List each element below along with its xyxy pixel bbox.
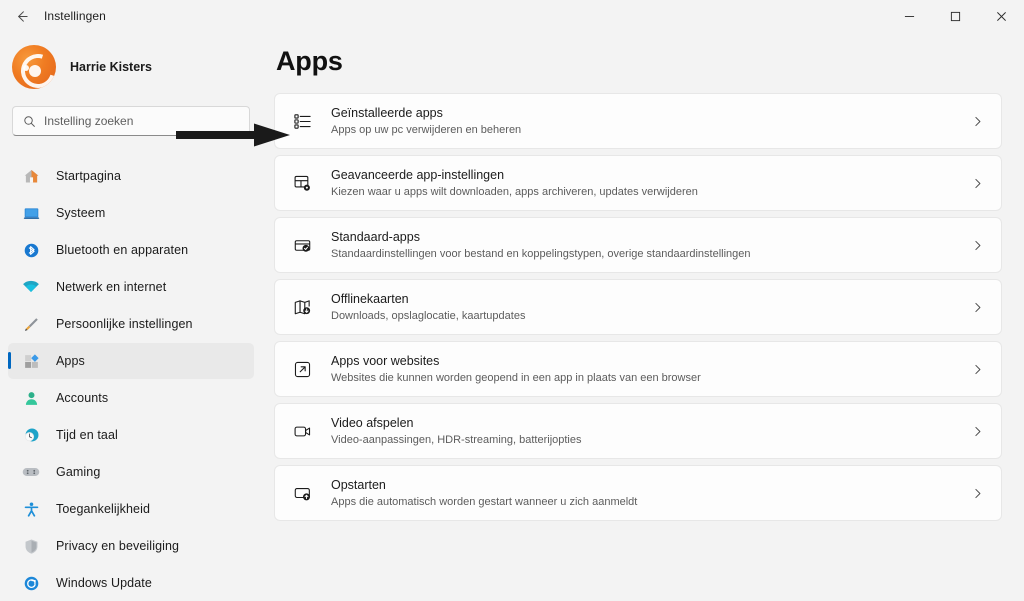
- sidebar-item-bluetooth[interactable]: Bluetooth en apparaten: [8, 232, 254, 268]
- card-title: Apps voor websites: [331, 354, 440, 368]
- accessibility-icon: [20, 498, 42, 520]
- search-placeholder: Instelling zoeken: [44, 114, 134, 128]
- user-avatar: [12, 45, 56, 89]
- sidebar-item-label: Bluetooth en apparaten: [56, 243, 189, 257]
- update-refresh-icon: [20, 572, 42, 594]
- sidebar-item-apps[interactable]: Apps: [8, 343, 254, 379]
- search-input[interactable]: Instelling zoeken: [12, 106, 250, 136]
- paintbrush-icon: [20, 313, 42, 335]
- card-subtitle: Apps op uw pc verwijderen en beheren: [331, 124, 522, 136]
- card-title: Video afspelen: [331, 416, 414, 430]
- settings-card-offline-maps[interactable]: Offlinekaarten Downloads, opslaglocatie,…: [274, 279, 1002, 335]
- chevron-right-icon: [971, 115, 987, 128]
- search-container: Instelling zoeken: [12, 106, 250, 136]
- card-text: Geavanceerde app-instellingen Kiezen waa…: [331, 167, 971, 199]
- startup-apps-icon: [287, 478, 317, 508]
- settings-card-apps-for-websites[interactable]: Apps voor websites Websites die kunnen w…: [274, 341, 1002, 397]
- card-subtitle: Video-aanpassingen, HDR-streaming, batte…: [331, 434, 582, 446]
- sidebar-item-label: Apps: [56, 354, 85, 368]
- chevron-right-icon: [971, 177, 987, 190]
- sidebar-item-toegankelijkheid[interactable]: Toegankelijkheid: [8, 491, 254, 527]
- sidebar-item-startpagina[interactable]: Startpagina: [8, 158, 254, 194]
- card-title: Opstarten: [331, 478, 386, 492]
- card-text: Video afspelen Video-aanpassingen, HDR-s…: [331, 415, 971, 447]
- chevron-right-icon: [971, 301, 987, 314]
- chevron-right-icon: [971, 487, 987, 500]
- offline-maps-icon: [287, 292, 317, 322]
- settings-card-installed-apps[interactable]: Geïnstalleerde apps Apps op uw pc verwij…: [274, 93, 1002, 149]
- home-icon: [20, 165, 42, 187]
- sidebar-item-label: Netwerk en internet: [56, 280, 167, 294]
- maximize-button[interactable]: [932, 0, 978, 32]
- sidebar-item-accounts[interactable]: Accounts: [8, 380, 254, 416]
- page-title: Apps: [276, 46, 343, 76]
- sidebar-item-tijd-en-taal[interactable]: Tijd en taal: [8, 417, 254, 453]
- card-title: Geavanceerde app-instellingen: [331, 168, 505, 182]
- sidebar-item-label: Systeem: [56, 206, 106, 220]
- chevron-right-icon: [971, 363, 987, 376]
- default-apps-check-icon: [287, 230, 317, 260]
- card-title: Standaard-apps: [331, 230, 420, 244]
- sidebar-item-privacy[interactable]: Privacy en beveiliging: [8, 528, 254, 564]
- sidebar-item-label: Accounts: [56, 391, 109, 405]
- settings-card-list: Geïnstalleerde apps Apps op uw pc verwij…: [274, 93, 1002, 521]
- settings-card-startup-apps[interactable]: Opstarten Apps die automatisch worden ge…: [274, 465, 1002, 521]
- sidebar-item-gaming[interactable]: Gaming: [8, 454, 254, 490]
- sidebar-item-label: Persoonlijke instellingen: [56, 317, 193, 331]
- card-text: Opstarten Apps die automatisch worden ge…: [331, 477, 971, 509]
- card-text: Apps voor websites Websites die kunnen w…: [331, 353, 971, 385]
- advanced-app-settings-icon: [287, 168, 317, 198]
- sidebar-item-netwerk[interactable]: Netwerk en internet: [8, 269, 254, 305]
- settings-card-advanced-app-settings[interactable]: Geavanceerde app-instellingen Kiezen waa…: [274, 155, 1002, 211]
- window-title: Instellingen: [44, 9, 106, 23]
- settings-card-default-apps[interactable]: Standaard-apps Standaardinstellingen voo…: [274, 217, 1002, 273]
- bluetooth-icon: [20, 239, 42, 261]
- settings-card-video-playback[interactable]: Video afspelen Video-aanpassingen, HDR-s…: [274, 403, 1002, 459]
- sidebar-nav: Startpagina Systeem Bluetooth en apparat…: [0, 158, 262, 601]
- gamepad-icon: [20, 461, 42, 483]
- card-text: Offlinekaarten Downloads, opslaglocatie,…: [331, 291, 971, 323]
- search-icon: [23, 115, 36, 128]
- wifi-icon: [20, 276, 42, 298]
- main-content: Apps Geïnstalleerde apps Apps op uw pc v…: [262, 32, 1024, 601]
- card-title: Offlinekaarten: [331, 292, 409, 306]
- apps-for-websites-icon: [287, 354, 317, 384]
- card-title: Geïnstalleerde apps: [331, 106, 443, 120]
- chevron-right-icon: [971, 239, 987, 252]
- card-subtitle: Websites die kunnen worden geopend in ee…: [331, 372, 701, 384]
- chevron-right-icon: [971, 425, 987, 438]
- person-icon: [20, 387, 42, 409]
- sidebar-item-windows-update[interactable]: Windows Update: [8, 565, 254, 601]
- sidebar-item-systeem[interactable]: Systeem: [8, 195, 254, 231]
- window-controls: [886, 0, 1024, 32]
- system-monitor-icon: [20, 202, 42, 224]
- card-subtitle: Downloads, opslaglocatie, kaartupdates: [331, 310, 526, 322]
- card-subtitle: Kiezen waar u apps wilt downloaden, apps…: [331, 186, 698, 198]
- sidebar: Harrie Kisters Instelling zoeken Startpa…: [0, 32, 262, 601]
- minimize-button[interactable]: [886, 0, 932, 32]
- back-arrow-icon[interactable]: [4, 1, 38, 31]
- window-titlebar: Instellingen: [0, 0, 1024, 32]
- shield-icon: [20, 535, 42, 557]
- video-playback-icon: [287, 416, 317, 446]
- clock-globe-icon: [20, 424, 42, 446]
- card-text: Standaard-apps Standaardinstellingen voo…: [331, 229, 971, 261]
- profile-name: Harrie Kisters: [70, 60, 152, 74]
- card-text: Geïnstalleerde apps Apps op uw pc verwij…: [331, 105, 971, 137]
- installed-apps-list-icon: [287, 106, 317, 136]
- sidebar-item-label: Privacy en beveiliging: [56, 539, 180, 553]
- profile-block[interactable]: Harrie Kisters: [0, 38, 262, 96]
- sidebar-item-label: Startpagina: [56, 169, 122, 183]
- sidebar-item-label: Tijd en taal: [56, 428, 118, 442]
- close-button[interactable]: [978, 0, 1024, 32]
- card-subtitle: Apps die automatisch worden gestart wann…: [331, 496, 638, 508]
- sidebar-item-label: Gaming: [56, 465, 101, 479]
- sidebar-item-label: Windows Update: [56, 576, 152, 590]
- sidebar-item-label: Toegankelijkheid: [56, 502, 151, 516]
- apps-icon: [20, 350, 42, 372]
- app-shell: Harrie Kisters Instelling zoeken Startpa…: [0, 32, 1024, 601]
- card-subtitle: Standaardinstellingen voor bestand en ko…: [331, 248, 751, 260]
- sidebar-item-persoonlijke-instellingen[interactable]: Persoonlijke instellingen: [8, 306, 254, 342]
